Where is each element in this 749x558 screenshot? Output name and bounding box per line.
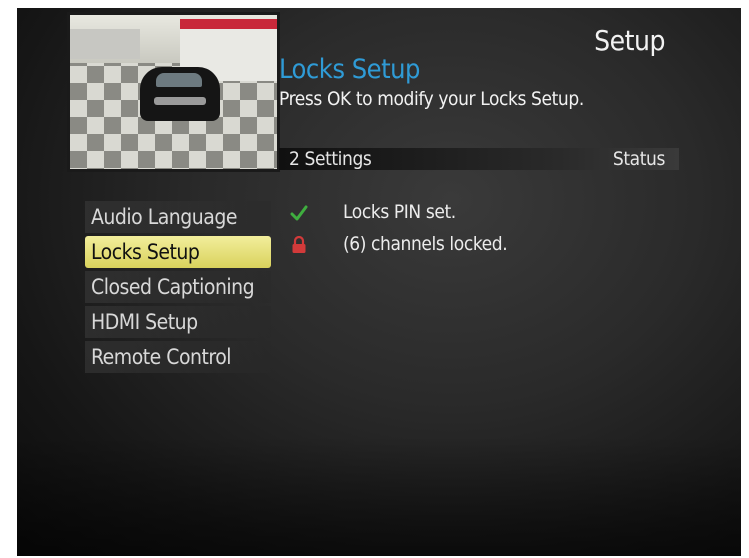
bottom-shade — [17, 436, 741, 556]
menu-item-remote-control[interactable]: Remote Control — [85, 341, 271, 373]
page-title: Setup — [594, 24, 665, 57]
section-title: Locks Setup — [279, 54, 420, 85]
tv-screen: Setup Locks Setup Press OK to modify you… — [17, 8, 741, 556]
lock-icon — [289, 234, 309, 256]
status-text-channels: (6) channels locked. — [343, 233, 508, 255]
menu-item-hdmi-setup[interactable]: HDMI Setup — [85, 306, 271, 338]
menu-item-locks-setup[interactable]: Locks Setup — [85, 236, 271, 268]
settings-header-bar: 2 Settings Status — [279, 148, 679, 170]
preview-tent — [70, 29, 140, 59]
settings-count: 2 Settings — [289, 148, 372, 170]
setup-menu: Audio Language Locks Setup Closed Captio… — [85, 201, 271, 376]
checkmark-icon — [289, 202, 309, 224]
status-column-label: Status — [612, 148, 665, 170]
preview-car — [140, 67, 220, 121]
menu-item-closed-captioning[interactable]: Closed Captioning — [85, 271, 271, 303]
instruction-text: Press OK to modify your Locks Setup. — [279, 88, 584, 110]
live-tv-preview — [67, 12, 280, 172]
status-text-pin: Locks PIN set. — [343, 201, 456, 223]
menu-item-audio-language[interactable]: Audio Language — [85, 201, 271, 233]
